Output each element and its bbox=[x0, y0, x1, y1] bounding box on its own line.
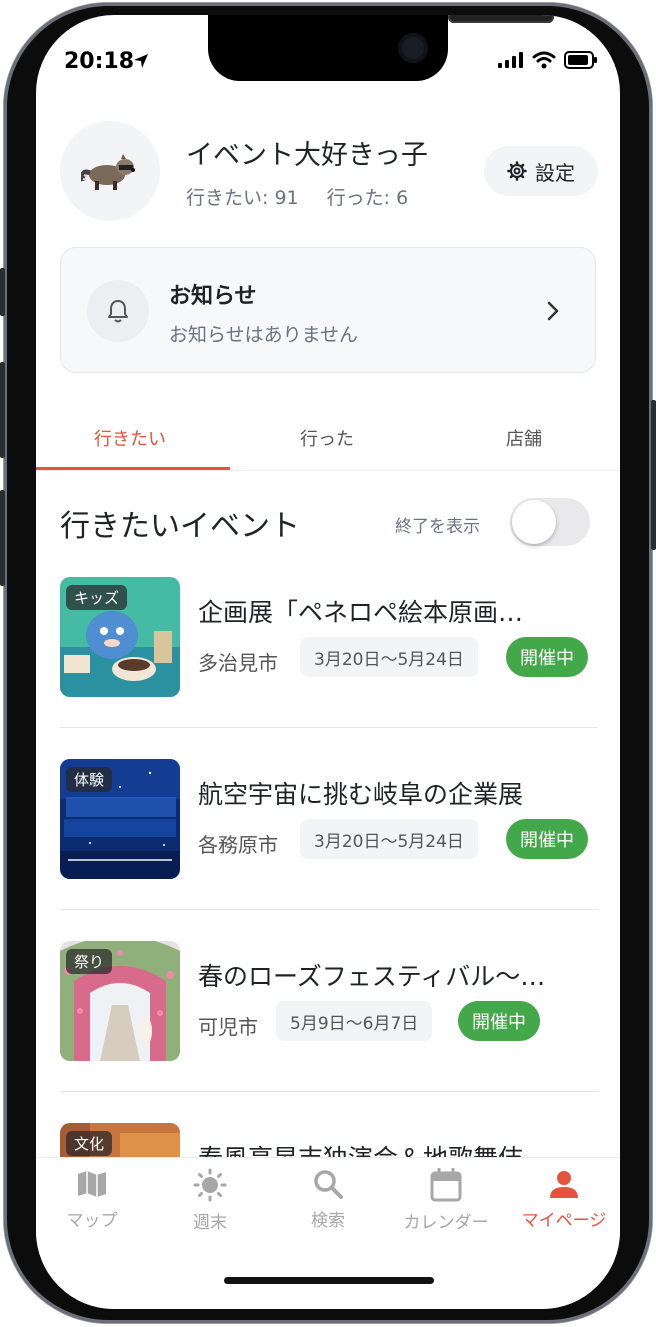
event-divider bbox=[60, 909, 598, 910]
toggle-knob bbox=[512, 500, 556, 544]
status-icons bbox=[498, 51, 598, 69]
event-dates: 3月20日〜5月24日 bbox=[300, 819, 478, 859]
nav-label: 検索 bbox=[311, 1211, 345, 1231]
volume-down-button bbox=[0, 490, 5, 586]
event-tag: キッズ bbox=[66, 585, 128, 610]
user-name: イベント大好きっ子 bbox=[186, 140, 428, 171]
user-stats: 行きたい: 91 行った: 6 bbox=[186, 183, 408, 210]
event-city: 各務原市 bbox=[198, 833, 278, 857]
event-dates: 5月9日〜6月7日 bbox=[276, 1001, 433, 1041]
event-city: 可児市 bbox=[198, 1015, 258, 1039]
event-dates: 3月20日〜5月24日 bbox=[300, 637, 478, 677]
gear-icon bbox=[507, 161, 527, 181]
power-button bbox=[651, 400, 656, 550]
event-title: 企画展「ペネロペ絵本原画… bbox=[198, 598, 524, 627]
nav-label: 週末 bbox=[193, 1213, 227, 1233]
event-tag: 体験 bbox=[66, 767, 113, 792]
nav-label: マップ bbox=[66, 1211, 118, 1231]
event-item[interactable]: 祭り 春のローズフェスティバル〜… 可児市 5月9日〜6月7日 開催中 bbox=[60, 941, 598, 1123]
nav-map[interactable]: マップ bbox=[42, 1168, 142, 1231]
notice-card[interactable]: お知らせ お知らせはありません bbox=[60, 247, 596, 373]
search-icon bbox=[314, 1170, 343, 1199]
bell-icon bbox=[108, 300, 128, 323]
went-count: 行った: 6 bbox=[326, 187, 409, 209]
status-badge: 開催中 bbox=[506, 819, 588, 859]
volume-up-button bbox=[0, 362, 5, 458]
battery-icon bbox=[564, 51, 597, 69]
tab-bar: 行きたい 行った 店舗 bbox=[36, 413, 620, 473]
home-indicator[interactable] bbox=[224, 1277, 434, 1284]
event-city: 多治見市 bbox=[198, 651, 278, 675]
status-badge: 開催中 bbox=[506, 637, 588, 677]
event-thumbnail: 祭り bbox=[60, 941, 180, 1061]
tab-divider bbox=[36, 470, 620, 471]
event-thumbnail: キッズ bbox=[60, 577, 180, 697]
event-divider bbox=[60, 727, 598, 728]
signal-icon bbox=[498, 52, 523, 68]
tab-went[interactable]: 行った bbox=[300, 425, 354, 451]
notice-subtitle: お知らせはありません bbox=[169, 324, 359, 346]
front-camera bbox=[398, 33, 428, 63]
nav-calendar[interactable]: カレンダー bbox=[396, 1168, 496, 1233]
event-item[interactable]: キッズ 企画展「ペネロペ絵本原画… 多治見市 3月20日〜5月24日 開催中 bbox=[60, 577, 598, 759]
bottom-nav: マップ 週末 検索 カレンダー マイページ bbox=[36, 1157, 620, 1309]
nav-mypage[interactable]: マイページ bbox=[514, 1168, 614, 1231]
location-arrow-icon bbox=[134, 54, 148, 68]
avatar[interactable] bbox=[60, 121, 160, 221]
status-badge: 開催中 bbox=[458, 1001, 540, 1041]
calendar-icon bbox=[430, 1168, 462, 1202]
settings-button[interactable]: 設定 bbox=[484, 146, 598, 196]
screen: 20:18 イベント大好きっ子 行きたい: 91 行った: 6 設定 お知らせ … bbox=[36, 15, 620, 1309]
nav-search[interactable]: 検索 bbox=[278, 1168, 378, 1231]
event-thumbnail: 体験 bbox=[60, 759, 180, 879]
sun-icon bbox=[193, 1168, 227, 1202]
wifi-icon bbox=[532, 51, 556, 69]
tab-want[interactable]: 行きたい bbox=[94, 425, 166, 451]
notch bbox=[208, 15, 554, 81]
status-time: 20:18 bbox=[64, 49, 135, 74]
nav-label: カレンダー bbox=[403, 1213, 489, 1233]
event-divider bbox=[60, 1091, 598, 1092]
map-icon bbox=[78, 1171, 106, 1197]
event-title: 春のローズフェスティバル〜… bbox=[198, 962, 546, 991]
settings-label: 設定 bbox=[535, 160, 575, 185]
list-title: 行きたいイベント bbox=[60, 509, 300, 544]
show-ended-toggle[interactable] bbox=[510, 498, 590, 546]
raccoon-icon bbox=[81, 154, 135, 190]
want-count: 行きたい: 91 bbox=[186, 187, 299, 209]
notice-icon-circle bbox=[87, 280, 149, 342]
notice-title: お知らせ bbox=[169, 284, 257, 309]
event-tag: 祭り bbox=[66, 949, 113, 974]
chevron-right-icon bbox=[547, 301, 559, 321]
tab-stores[interactable]: 店舗 bbox=[506, 425, 542, 451]
nav-label: マイページ bbox=[521, 1211, 607, 1231]
mute-switch bbox=[0, 268, 5, 316]
event-tag: 文化 bbox=[66, 1131, 113, 1156]
show-ended-label: 終了を表示 bbox=[395, 517, 480, 537]
event-title: 航空宇宙に挑む岐阜の企業展 bbox=[198, 780, 524, 809]
person-icon bbox=[550, 1171, 578, 1198]
speaker bbox=[448, 15, 554, 23]
event-item[interactable]: 体験 航空宇宙に挑む岐阜の企業展 各務原市 3月20日〜5月24日 開催中 bbox=[60, 759, 598, 941]
nav-weekend[interactable]: 週末 bbox=[160, 1168, 260, 1233]
